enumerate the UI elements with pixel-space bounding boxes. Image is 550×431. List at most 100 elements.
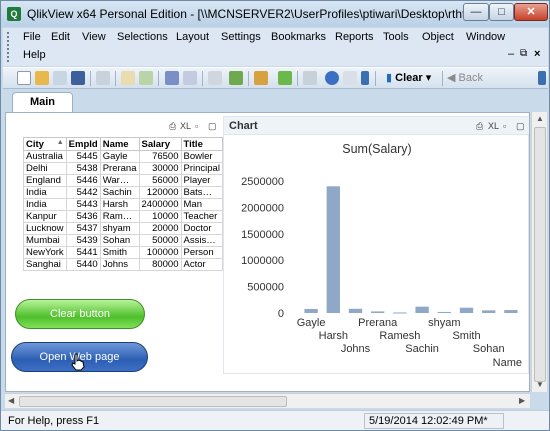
cell[interactable]: Teacher (180, 210, 223, 223)
clear-toolbar-button[interactable]: ▮ Clear ▾ (386, 70, 431, 87)
bar-harsh[interactable] (326, 186, 340, 313)
cell[interactable]: Gayle (99, 150, 140, 163)
cell[interactable]: 10000 (138, 210, 182, 223)
menu-file[interactable]: File (23, 31, 41, 43)
maximize-object-icon[interactable]: ▢ (208, 121, 217, 132)
menu-reports[interactable]: Reports (335, 31, 374, 43)
cell[interactable]: Doctor (180, 222, 223, 235)
search-icon[interactable] (208, 71, 222, 85)
cell[interactable]: Delhi (23, 162, 67, 175)
table-row[interactable]: Lucknow 5437 shyam 20000 Doctor (23, 222, 223, 235)
cell[interactable]: Sohan (99, 234, 140, 247)
menu-settings[interactable]: Settings (221, 31, 261, 43)
cell[interactable]: 5440 (65, 258, 101, 271)
clear-button[interactable]: Clear button (15, 299, 145, 329)
minimize-object-icon[interactable]: ▫ (195, 121, 198, 131)
table-row[interactable]: India 5442 Sachin 120000 Bats… (23, 186, 223, 199)
cell[interactable]: Mumbai (23, 234, 67, 247)
bar-sohan[interactable] (482, 310, 496, 313)
bar-gayle[interactable] (304, 308, 318, 313)
selections-icon[interactable] (229, 71, 243, 85)
context-help-icon[interactable] (343, 71, 357, 85)
cell[interactable]: NewYork (23, 246, 67, 259)
cell[interactable]: India (23, 198, 67, 211)
cell[interactable]: Sachin (99, 186, 140, 199)
menu-object[interactable]: Object (422, 31, 454, 43)
print-icon[interactable] (96, 71, 110, 85)
table-row[interactable]: Delhi 5438 Prerana 30000 Principal (23, 162, 223, 175)
cell[interactable]: 5437 (65, 222, 101, 235)
cell[interactable]: 80000 (138, 258, 182, 271)
cell[interactable]: Smith (99, 246, 140, 259)
cell[interactable]: 5442 (65, 186, 101, 199)
menu-view[interactable]: View (82, 31, 106, 43)
cell[interactable]: 120000 (138, 186, 182, 199)
mdi-minimize-icon[interactable]: – (508, 48, 514, 60)
cell[interactable]: Person (180, 246, 223, 259)
cell[interactable]: India (23, 186, 67, 199)
cell[interactable]: 20000 (138, 222, 182, 235)
cell[interactable]: Kanpur (23, 210, 67, 223)
minimize-object-icon[interactable]: ▫ (503, 121, 506, 131)
table-row[interactable]: England 5446 War… 56000 Player (23, 174, 223, 187)
cell[interactable]: Sanghai (23, 258, 67, 271)
mdi-restore-icon[interactable]: ⧉ (520, 48, 527, 59)
cell[interactable]: Player (180, 174, 223, 187)
cell[interactable]: 5445 (65, 150, 101, 163)
cell[interactable]: Ram… (99, 210, 140, 223)
maximize-button[interactable]: □ (489, 3, 514, 21)
scroll-down-icon[interactable]: ▼ (536, 380, 544, 389)
print-icon[interactable]: ⎙ (476, 121, 483, 132)
table-row[interactable]: Kanpur 5436 Ram… 10000 Teacher (23, 210, 223, 223)
reload-icon[interactable] (53, 71, 67, 85)
cell[interactable]: Harsh (99, 198, 140, 211)
table-row[interactable]: Mumbai 5439 Sohan 50000 Assis… (23, 234, 223, 247)
cell[interactable]: 5443 (65, 198, 101, 211)
cell[interactable]: 5439 (65, 234, 101, 247)
excel-export-icon[interactable]: XL (180, 121, 191, 131)
vertical-scrollbar[interactable]: ▲ ▼ (531, 112, 547, 392)
mdi-close-icon[interactable]: × (534, 48, 540, 60)
bar-johns[interactable] (348, 308, 363, 313)
cell[interactable]: Lucknow (23, 222, 67, 235)
scroll-right-icon[interactable]: ▶ (519, 396, 525, 405)
menu-bookmarks[interactable]: Bookmarks (271, 31, 326, 43)
menu-window[interactable]: Window (466, 31, 505, 43)
help-icon[interactable] (325, 71, 339, 85)
cell[interactable]: England (23, 174, 67, 187)
cell[interactable]: Man (180, 198, 223, 211)
maximize-object-icon[interactable]: ▢ (516, 121, 525, 132)
save-icon[interactable] (71, 71, 85, 85)
open-folder-icon[interactable] (35, 71, 49, 85)
bar-ramesh[interactable] (393, 312, 407, 314)
reload-data-icon[interactable] (139, 71, 153, 85)
table-row[interactable]: Australia 5445 Gayle 76500 Bowler (23, 150, 223, 163)
excel-export-icon[interactable]: XL (488, 121, 499, 131)
table-row[interactable]: Sanghai 5440 Johns 80000 Actor (23, 258, 223, 271)
toolbar-overflow-icon[interactable] (361, 71, 369, 85)
cell[interactable]: Actor (180, 258, 223, 271)
minimize-button[interactable]: — (463, 3, 489, 21)
bar-shyam[interactable] (437, 311, 451, 313)
cell[interactable]: 56000 (138, 174, 182, 187)
cell[interactable]: War… (99, 174, 140, 187)
col-header-title[interactable]: Title (180, 137, 223, 151)
cell[interactable]: Australia (23, 150, 67, 163)
cell[interactable]: Bowler (180, 150, 223, 163)
bar-warner[interactable] (504, 310, 518, 313)
cell[interactable]: 76500 (138, 150, 182, 163)
cell[interactable]: 5446 (65, 174, 101, 187)
new-document-icon[interactable] (17, 71, 31, 85)
toolbar-overflow-icon[interactable] (538, 71, 546, 85)
col-header-name[interactable]: Name (99, 137, 140, 151)
horizontal-scroll-thumb[interactable] (19, 396, 287, 407)
cell[interactable]: 2400000 (138, 198, 182, 211)
cell[interactable]: Bats… (180, 186, 223, 199)
vertical-scroll-thumb[interactable] (534, 127, 546, 382)
bar-prerana[interactable] (371, 311, 385, 313)
cell[interactable]: Assis… (180, 234, 223, 247)
col-header-city[interactable]: City ▲ (23, 137, 67, 151)
cell[interactable]: 30000 (138, 162, 182, 175)
properties-icon[interactable] (303, 71, 317, 85)
menu-layout[interactable]: Layout (176, 31, 209, 43)
